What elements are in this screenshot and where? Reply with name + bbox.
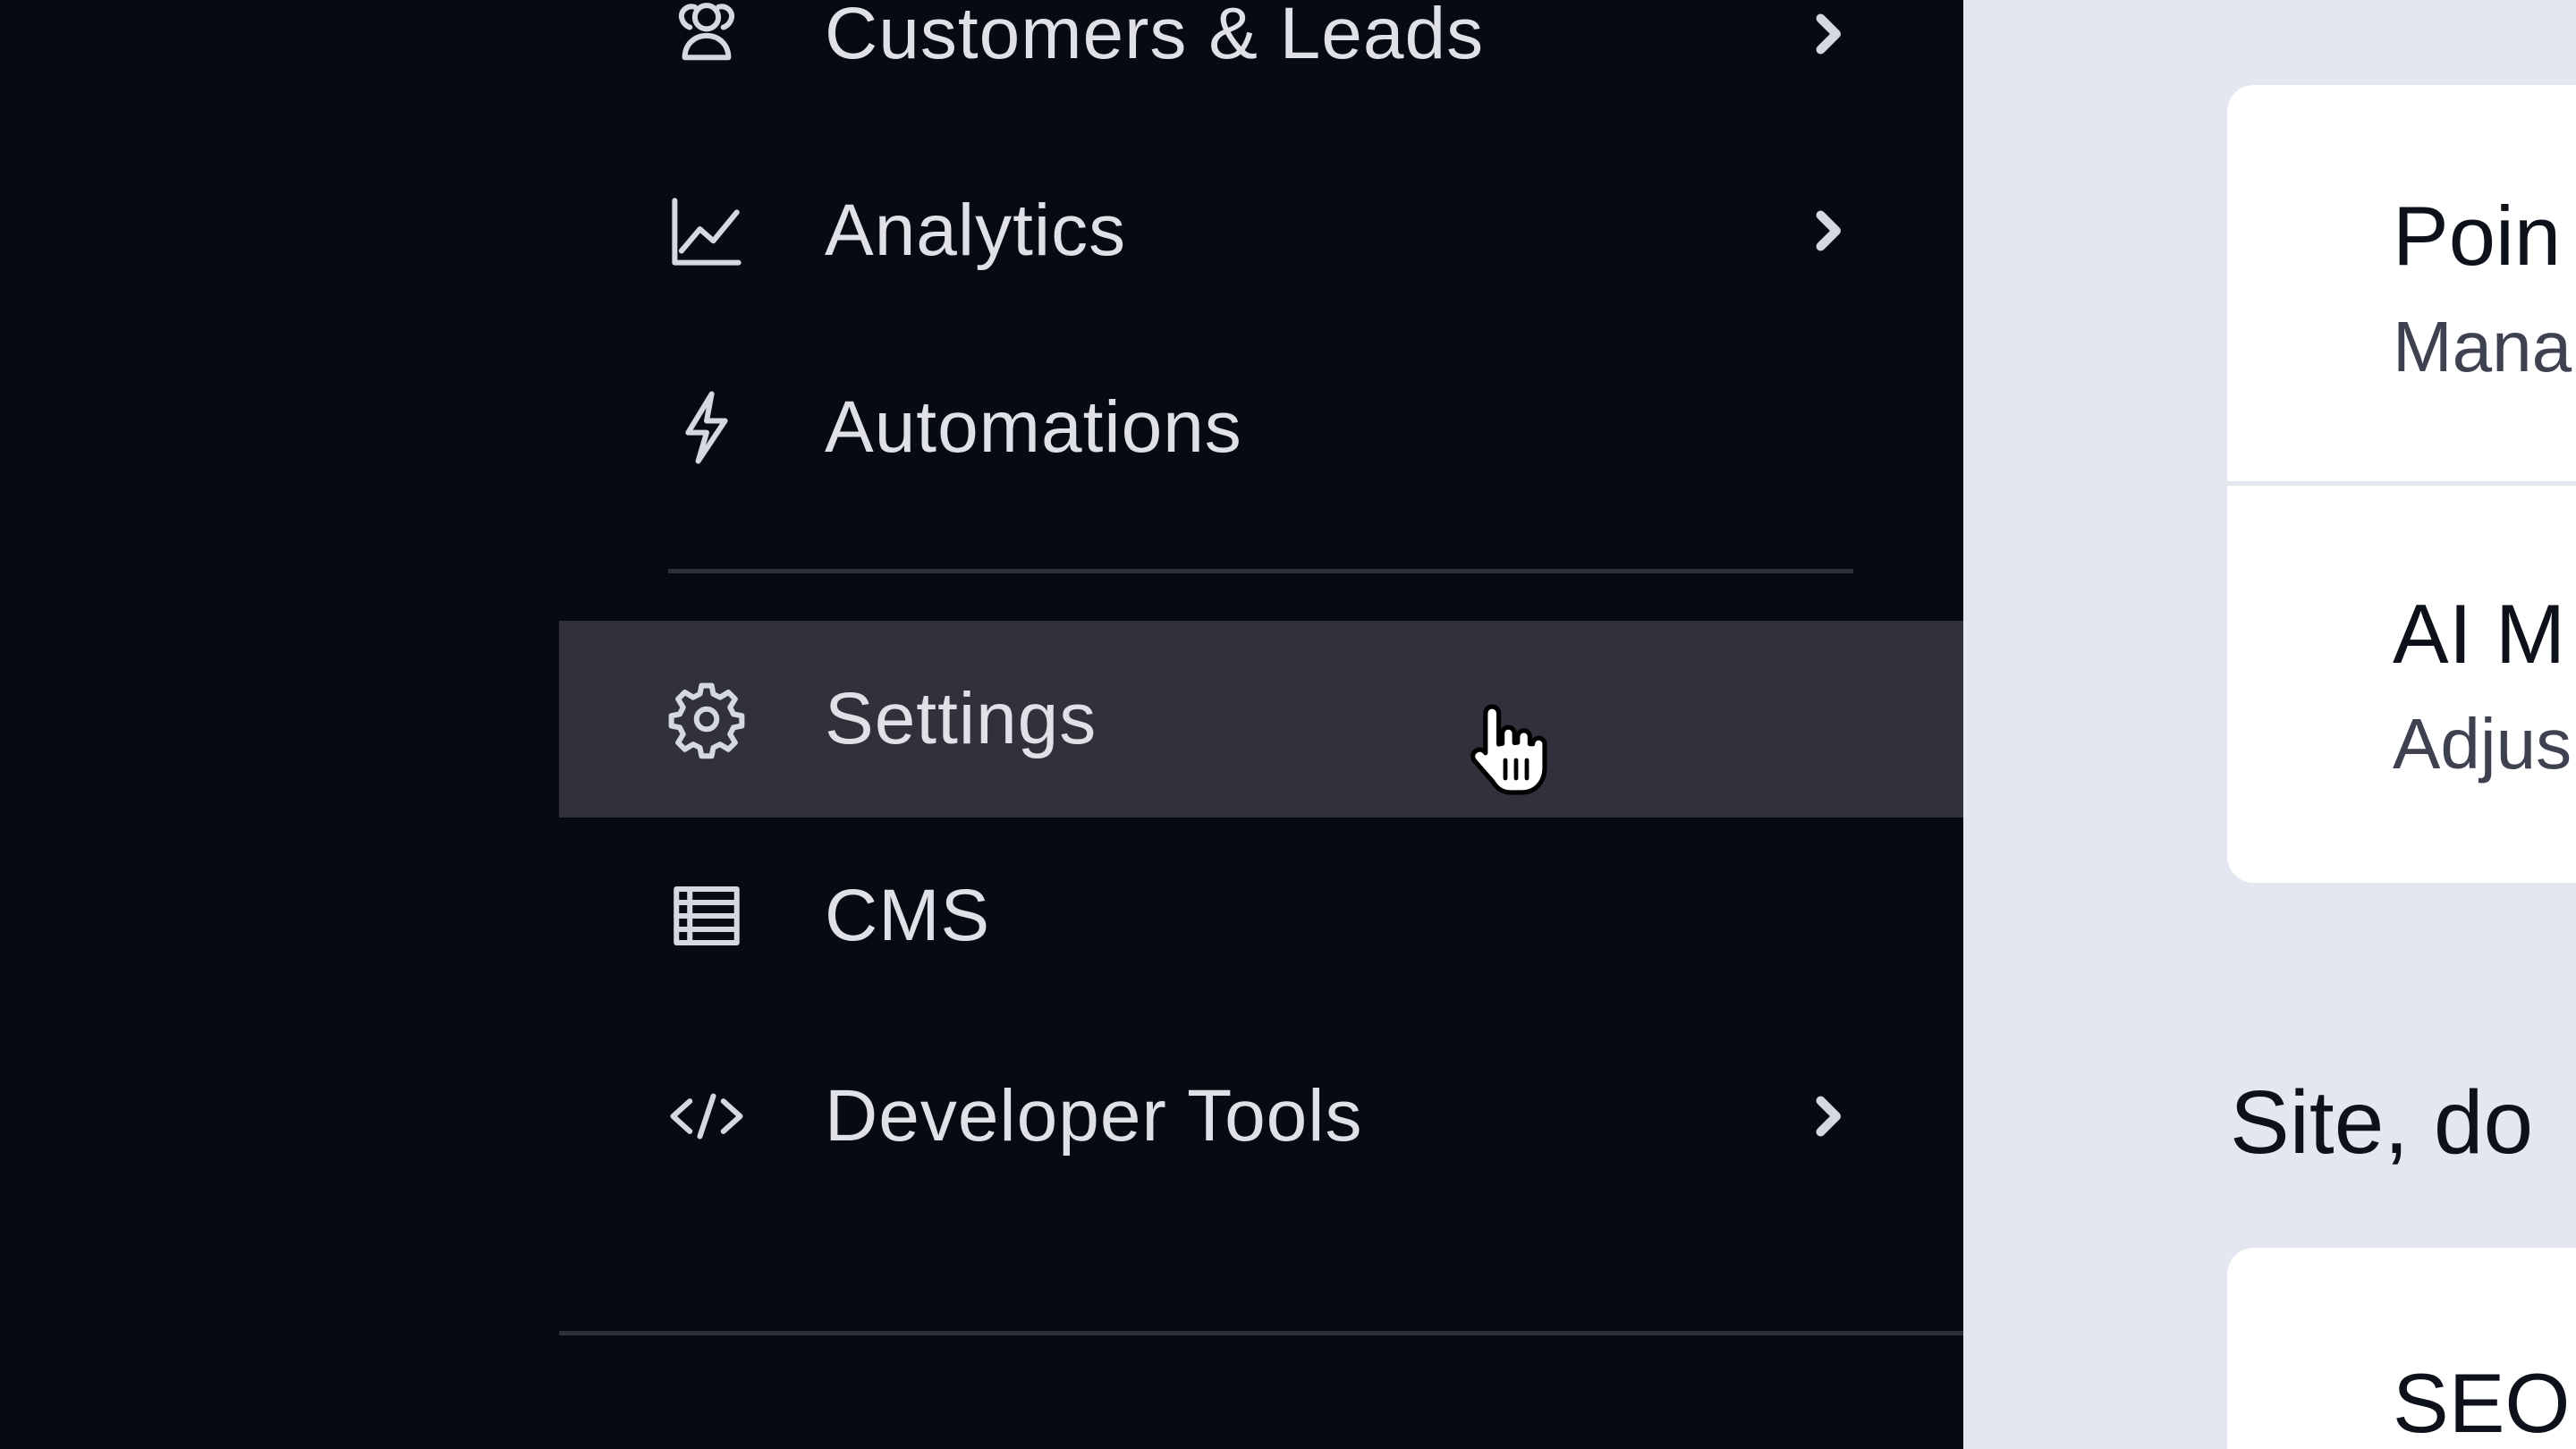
sidebar-item-developer-tools[interactable]: Developer Tools [559, 1018, 1963, 1215]
sidebar-item-label: Developer Tools [825, 1075, 1363, 1157]
analytics-chart-icon [666, 191, 747, 271]
card-title: SEO [2393, 1356, 2571, 1449]
card-title: Poin [2393, 189, 2562, 283]
sidebar-item-label: CMS [825, 875, 991, 956]
app-window: Customers & Leads Analytics Automations … [0, 0, 2576, 1449]
settings-card-row[interactable]: AI M Adjus [2227, 486, 2576, 883]
card-subtitle: Mana [2393, 307, 2572, 386]
section-heading: Site, do [2230, 1072, 2534, 1173]
sidebar-item-customers-leads[interactable]: Customers & Leads [559, 0, 1963, 132]
settings-card-row[interactable]: Poin Mana [2227, 85, 2576, 483]
settings-card-seo[interactable]: SEO [2227, 1248, 2576, 1449]
code-icon [666, 1076, 747, 1157]
gear-icon [666, 679, 747, 759]
chevron-right-icon [1801, 7, 1854, 61]
sidebar-item-automations[interactable]: Automations [559, 329, 1963, 526]
sidebar-item-label: Settings [825, 678, 1097, 759]
nav-divider [668, 569, 1853, 573]
sidebar: Customers & Leads Analytics Automations … [0, 0, 1963, 1449]
card-title: AI M [2393, 587, 2566, 681]
sidebar-item-cms[interactable]: CMS [559, 818, 1963, 1014]
main-content: Poin Mana AI M Adjus Site, do SEO [1963, 0, 2576, 1449]
sidebar-item-label: Analytics [825, 190, 1127, 271]
lightning-bolt-icon [666, 387, 747, 468]
sidebar-item-label: Customers & Leads [825, 0, 1485, 74]
chevron-right-icon [1801, 1089, 1854, 1143]
customers-icon [666, 0, 747, 74]
chevron-right-icon [1801, 204, 1854, 258]
settings-card-group: Poin Mana AI M Adjus [2227, 85, 2576, 883]
sidebar-bottom-divider [559, 1331, 1963, 1335]
hand-cursor-icon [1470, 704, 1547, 795]
sidebar-item-settings[interactable]: Settings [559, 621, 1963, 818]
card-subtitle: Adjus [2393, 704, 2572, 784]
sidebar-item-label: Automations [825, 386, 1242, 468]
sidebar-item-analytics[interactable]: Analytics [559, 132, 1963, 329]
table-icon [666, 876, 747, 956]
